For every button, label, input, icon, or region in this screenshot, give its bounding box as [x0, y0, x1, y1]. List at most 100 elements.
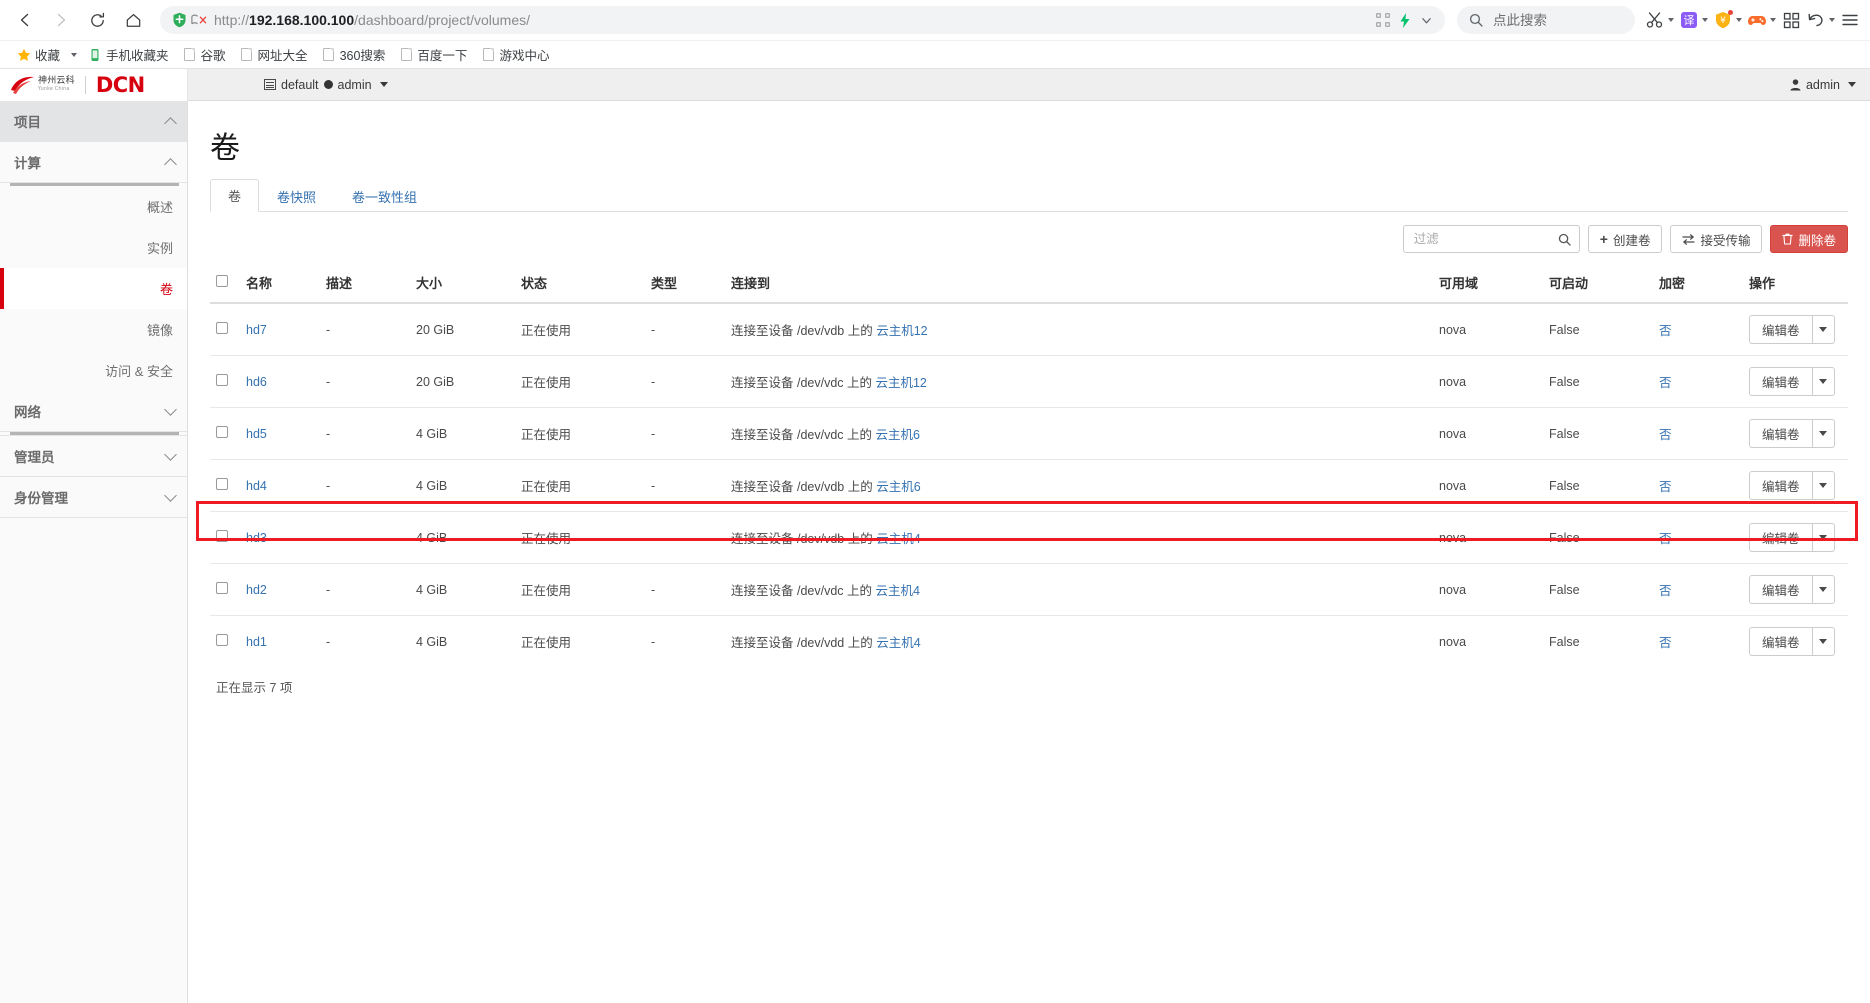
chevron-down-icon[interactable]	[1829, 18, 1835, 22]
sidebar-item-images[interactable]: 镜像	[0, 309, 187, 350]
sidebar-item-volumes[interactable]: 卷	[0, 268, 187, 309]
select-all-checkbox[interactable]	[216, 275, 228, 287]
encrypted-link[interactable]: 否	[1659, 584, 1672, 598]
url-bar[interactable]: http://192.168.100.100/dashboard/project…	[160, 6, 1445, 34]
edit-volume-button[interactable]: 编辑卷	[1749, 419, 1812, 448]
sidebar-group-network[interactable]: 网络	[0, 391, 187, 432]
row-checkbox[interactable]	[216, 322, 228, 334]
attached-instance-link[interactable]: 云主机4	[876, 532, 920, 546]
bookmark-baidu[interactable]: 百度一下	[392, 43, 474, 66]
brand-logo[interactable]: 神州云科 Yunke China DCN	[0, 68, 188, 101]
row-checkbox[interactable]	[216, 530, 228, 542]
translate-icon[interactable]: 译	[1677, 4, 1710, 36]
row-checkbox[interactable]	[216, 374, 228, 386]
create-volume-button[interactable]: + 创建卷	[1587, 225, 1663, 253]
user-menu[interactable]: admin	[1790, 78, 1856, 92]
chevron-up-icon[interactable]	[164, 116, 177, 130]
chevron-down-icon[interactable]	[1770, 18, 1776, 22]
attached-instance-link[interactable]: 云主机6	[875, 428, 919, 442]
accept-transfer-button[interactable]: 接受传输	[1670, 225, 1763, 253]
sidebar-item-overview[interactable]: 概述	[0, 186, 187, 227]
context-switcher[interactable]: default admin	[264, 78, 388, 92]
search-icon[interactable]	[1558, 233, 1571, 246]
chevron-down-icon[interactable]	[1420, 14, 1433, 27]
chevron-down-icon[interactable]	[1668, 18, 1674, 22]
chevron-down-icon[interactable]	[1702, 18, 1708, 22]
encrypted-link[interactable]: 否	[1659, 636, 1672, 650]
back-arrow-icon[interactable]	[8, 3, 42, 37]
tab-volume-consistency-groups[interactable]: 卷一致性组	[334, 180, 435, 212]
delete-volume-button[interactable]: 删除卷	[1770, 225, 1848, 253]
volume-name-link[interactable]: hd5	[246, 427, 267, 441]
caret-down-icon[interactable]	[1848, 82, 1856, 87]
filter-input[interactable]	[1411, 231, 1558, 247]
attached-instance-link[interactable]: 云主机4	[875, 584, 919, 598]
table-row[interactable]: hd6 - 20 GiB 正在使用 - 连接至设备 /dev/vdc 上的 云主…	[210, 355, 1848, 408]
row-checkbox[interactable]	[216, 634, 228, 646]
home-icon[interactable]	[116, 3, 150, 37]
sidebar-item-instances[interactable]: 实例	[0, 227, 187, 268]
attached-instance-link[interactable]: 云主机4	[876, 636, 920, 650]
table-row[interactable]: hd2 - 4 GiB 正在使用 - 连接至设备 /dev/vdc 上的 云主机…	[210, 563, 1848, 616]
sidebar-group-identity[interactable]: 身份管理	[0, 477, 187, 518]
volume-name-link[interactable]: hd4	[246, 479, 267, 493]
encrypted-link[interactable]: 否	[1659, 376, 1672, 390]
table-row[interactable]: hd7 - 20 GiB 正在使用 - 连接至设备 /dev/vdb 上的 云主…	[210, 303, 1848, 356]
edit-volume-button[interactable]: 编辑卷	[1749, 575, 1812, 604]
game-controller-icon[interactable]	[1745, 4, 1778, 36]
forward-arrow-icon[interactable]	[44, 3, 78, 37]
browser-search-box[interactable]	[1457, 6, 1635, 34]
row-actions-dropdown-button[interactable]	[1811, 471, 1835, 500]
reload-icon[interactable]	[80, 3, 114, 37]
encrypted-link[interactable]: 否	[1659, 324, 1672, 338]
row-checkbox[interactable]	[216, 582, 228, 594]
sidebar-group-project[interactable]: 项目	[0, 101, 187, 142]
sidebar-item-access-security[interactable]: 访问 & 安全	[0, 350, 187, 391]
chevron-down-icon[interactable]	[1736, 18, 1742, 22]
attached-instance-link[interactable]: 云主机6	[876, 480, 920, 494]
edit-volume-button[interactable]: 编辑卷	[1749, 367, 1812, 396]
scissors-icon[interactable]	[1643, 4, 1676, 36]
edit-volume-button[interactable]: 编辑卷	[1749, 523, 1812, 552]
row-actions-dropdown-button[interactable]	[1811, 627, 1835, 656]
qr-code-icon[interactable]	[1376, 13, 1390, 27]
encrypted-link[interactable]: 否	[1659, 532, 1672, 546]
bookmark-favorites[interactable]: 收藏	[10, 43, 67, 66]
bookmark-phone-favorites[interactable]: 手机收藏夹	[81, 43, 176, 66]
bookmark-360-search[interactable]: 360搜索	[315, 43, 393, 66]
edit-volume-button[interactable]: 编辑卷	[1749, 627, 1812, 656]
volume-name-link[interactable]: hd7	[246, 323, 267, 337]
apps-grid-icon[interactable]	[1779, 4, 1803, 36]
shield-money-icon[interactable]: ¥	[1711, 4, 1744, 36]
chevron-down-icon[interactable]	[164, 489, 177, 502]
row-actions-dropdown-button[interactable]	[1811, 315, 1835, 344]
encrypted-link[interactable]: 否	[1659, 480, 1672, 494]
row-actions-dropdown-button[interactable]	[1811, 419, 1835, 448]
encrypted-link[interactable]: 否	[1659, 428, 1672, 442]
menu-icon[interactable]	[1838, 4, 1862, 36]
chevron-up-icon[interactable]	[164, 157, 177, 171]
volume-name-link[interactable]: hd3	[246, 531, 267, 545]
chevron-down-icon[interactable]	[164, 403, 177, 416]
tab-volumes[interactable]: 卷	[210, 179, 260, 212]
chevron-down-icon[interactable]	[71, 52, 78, 57]
attached-instance-link[interactable]: 云主机12	[876, 324, 927, 338]
sidebar-group-admin[interactable]: 管理员	[0, 436, 187, 477]
table-row[interactable]: hd1 - 4 GiB 正在使用 - 连接至设备 /dev/vdd 上的 云主机…	[210, 616, 1848, 668]
row-checkbox[interactable]	[216, 426, 228, 438]
edit-volume-button[interactable]: 编辑卷	[1749, 315, 1812, 344]
attached-instance-link[interactable]: 云主机12	[875, 376, 926, 390]
browser-search-input[interactable]	[1491, 11, 1623, 29]
volume-name-link[interactable]: hd2	[246, 583, 267, 597]
edit-volume-button[interactable]: 编辑卷	[1749, 471, 1812, 500]
lightning-bolt-icon[interactable]	[1399, 12, 1411, 28]
table-row[interactable]: hd4 - 4 GiB 正在使用 - 连接至设备 /dev/vdb 上的 云主机…	[210, 459, 1848, 512]
bookmark-game-center[interactable]: 游戏中心	[474, 43, 556, 66]
undo-icon[interactable]	[1804, 4, 1837, 36]
chevron-down-icon[interactable]	[164, 448, 177, 461]
volume-name-link[interactable]: hd1	[246, 635, 267, 649]
bookmark-google[interactable]: 谷歌	[176, 43, 233, 66]
row-checkbox[interactable]	[216, 478, 228, 490]
row-actions-dropdown-button[interactable]	[1811, 523, 1835, 552]
volume-name-link[interactable]: hd6	[246, 375, 267, 389]
